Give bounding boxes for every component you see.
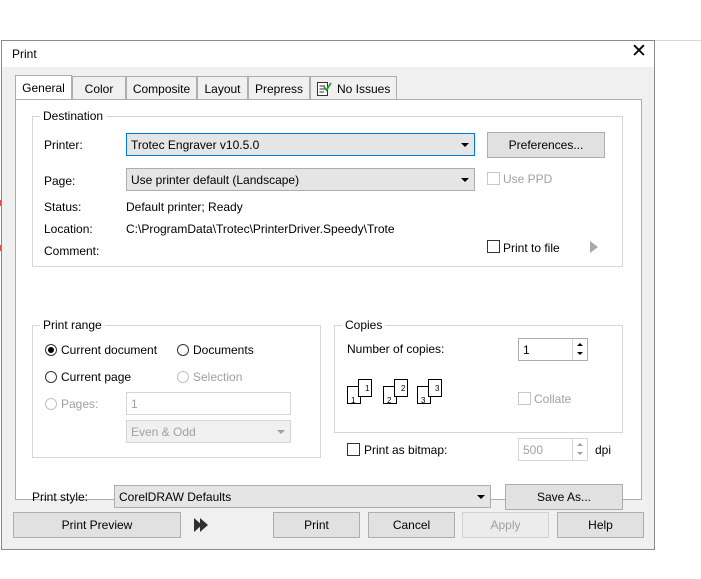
print-to-file-label: Print to file (503, 241, 560, 255)
print-style-label: Print style: (32, 490, 89, 504)
print-preview-button[interactable]: Print Preview (13, 512, 181, 538)
pages-input[interactable]: 1 (126, 392, 291, 415)
tab-layout[interactable]: Layout (197, 76, 248, 99)
status-label: Status: (44, 200, 82, 214)
print-style-value: CorelDRAW Defaults (119, 490, 232, 504)
selection-radio[interactable] (177, 371, 189, 383)
page-label: Page: (44, 174, 76, 188)
dpi-value: 500 (523, 443, 544, 457)
general-tab-panel: Destination Printer: Trotec Engraver v10… (15, 99, 642, 510)
copies-group: Copies Number of copies: 1 1 1 2 2 3 3 C… (334, 318, 623, 433)
page-icon: 2 (394, 379, 408, 397)
tab-label: Layout (204, 82, 241, 96)
print-range-group: Print range Current document Documents C… (32, 318, 321, 458)
current-page-label: Current page (61, 370, 132, 384)
preferences-label: Preferences... (508, 138, 584, 152)
destination-title: Destination (40, 109, 107, 123)
arrow-up-icon (577, 443, 583, 446)
dialog-title: Print (12, 47, 37, 61)
page-icon: 1 (358, 379, 372, 397)
status-value: Default printer; Ready (126, 200, 243, 214)
checklist-icon (317, 82, 332, 96)
print-to-file-checkbox[interactable] (487, 240, 500, 253)
current-document-radio[interactable] (45, 344, 57, 356)
tab-composite[interactable]: Composite (126, 76, 197, 99)
location-label: Location: (44, 222, 93, 236)
apply-button[interactable]: Apply (462, 512, 549, 538)
chevron-down-icon (277, 430, 285, 434)
even-odd-value: Even & Odd (131, 425, 196, 439)
help-button[interactable]: Help (557, 512, 644, 538)
use-ppd-checkbox[interactable] (487, 172, 500, 185)
cancel-button[interactable]: Cancel (368, 512, 455, 538)
pages-radio[interactable] (45, 398, 57, 410)
collate-checkbox[interactable] (518, 392, 531, 405)
print-style-select[interactable]: CorelDRAW Defaults (114, 485, 491, 508)
save-as-button[interactable]: Save As... (505, 484, 623, 510)
current-page-radio[interactable] (45, 371, 57, 383)
print-label: Print (304, 518, 329, 532)
expand-preview-icon[interactable] (193, 517, 211, 533)
apply-label: Apply (490, 518, 521, 532)
close-icon: ✕ (631, 41, 647, 62)
preferences-button[interactable]: Preferences... (487, 132, 605, 158)
close-button[interactable]: ✕ (628, 41, 650, 63)
tab-general[interactable]: General (15, 75, 72, 100)
tab-prepress[interactable]: Prepress (248, 76, 310, 99)
play-arrow-icon[interactable] (589, 241, 599, 253)
use-ppd-label: Use PPD (503, 172, 553, 186)
dpi-unit: dpi (595, 443, 612, 457)
location-value: C:\ProgramData\Trotec\PrinterDriver.Spee… (126, 222, 395, 236)
chevron-down-icon (477, 495, 485, 499)
number-of-copies-value: 1 (523, 343, 530, 357)
even-odd-select[interactable]: Even & Odd (126, 420, 291, 443)
print-as-bitmap-label: Print as bitmap: (364, 443, 448, 457)
printer-label: Printer: (44, 138, 83, 152)
number-of-copies-label: Number of copies: (347, 342, 445, 356)
spin-buttons[interactable] (572, 439, 587, 460)
print-dialog: Print ✕ General Color Composite Layout P… (1, 40, 655, 550)
comment-label: Comment: (44, 244, 100, 258)
spin-buttons[interactable] (572, 339, 587, 360)
background-line (655, 40, 701, 41)
collate-label: Collate (534, 392, 572, 406)
collate-pages-icon: 1 1 2 2 3 3 (347, 376, 447, 408)
cancel-label: Cancel (392, 518, 431, 532)
copies-title: Copies (342, 318, 386, 332)
chevron-down-icon (461, 143, 469, 147)
page-value: Use printer default (Landscape) (131, 173, 300, 187)
print-as-bitmap-checkbox[interactable] (347, 443, 360, 456)
documents-label: Documents (193, 343, 254, 357)
page-select[interactable]: Use printer default (Landscape) (126, 168, 475, 191)
documents-radio[interactable] (177, 344, 189, 356)
arrow-up-icon (577, 343, 583, 346)
printer-value: Trotec Engraver v10.5.0 (131, 138, 260, 152)
printer-select[interactable]: Trotec Engraver v10.5.0 (126, 133, 475, 156)
destination-group: Destination Printer: Trotec Engraver v10… (32, 109, 623, 267)
tab-label: No Issues (337, 82, 391, 96)
number-of-copies-stepper[interactable]: 1 (518, 338, 588, 361)
title-bar: Print ✕ (2, 41, 654, 67)
page-icon: 3 (428, 379, 442, 397)
tab-color[interactable]: Color (72, 76, 126, 99)
help-label: Help (588, 518, 613, 532)
dpi-stepper[interactable]: 500 (518, 438, 588, 461)
pages-label: Pages: (61, 397, 99, 411)
tab-no-issues[interactable]: No Issues (310, 76, 397, 99)
selection-label: Selection (193, 370, 243, 384)
current-document-label: Current document (61, 343, 158, 357)
pages-value: 1 (131, 397, 138, 411)
tab-label: General (22, 81, 65, 95)
arrow-down-icon (577, 452, 583, 455)
print-preview-label: Print Preview (61, 518, 133, 532)
tab-label: Composite (132, 82, 191, 96)
arrow-down-icon (577, 352, 583, 355)
chevron-down-icon (461, 178, 469, 182)
tab-label: Color (84, 82, 114, 96)
tab-label: Prepress (254, 82, 304, 96)
print-button[interactable]: Print (273, 512, 360, 538)
save-as-label: Save As... (536, 490, 592, 504)
print-range-title: Print range (40, 318, 105, 332)
